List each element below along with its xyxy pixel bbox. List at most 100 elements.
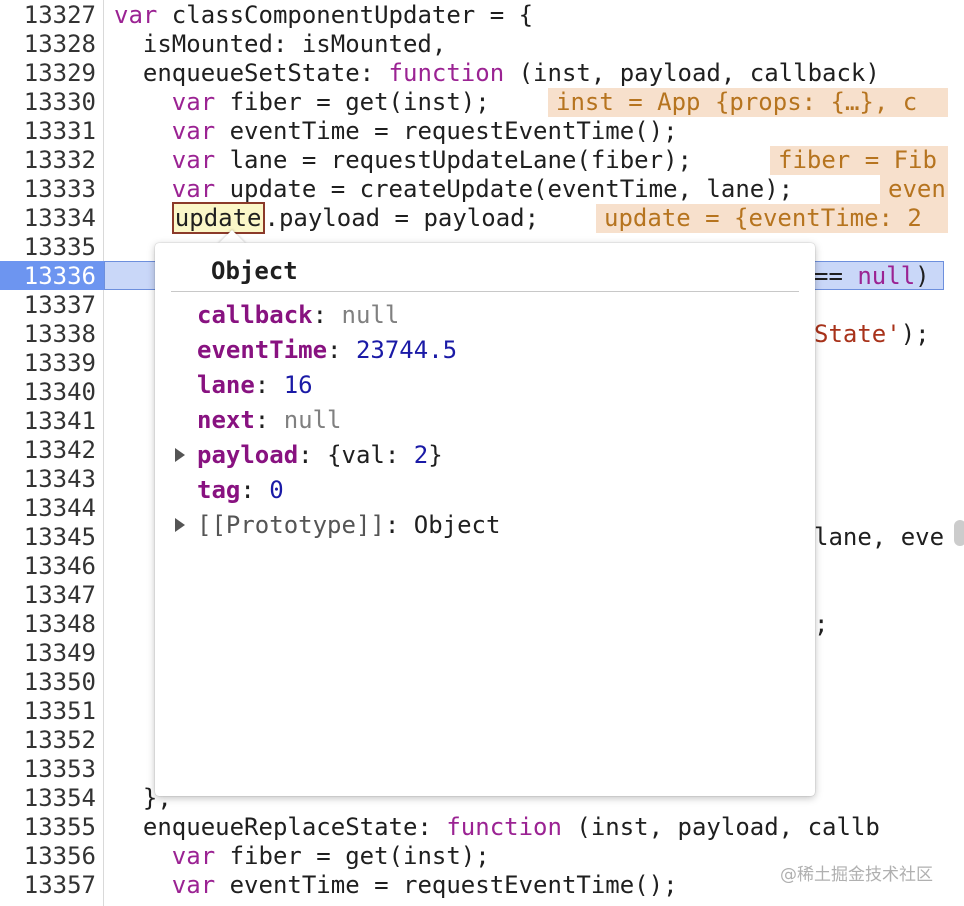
line-number[interactable]: 13350	[0, 668, 96, 697]
popover-pointer	[218, 230, 246, 244]
string-literal: State'	[814, 320, 901, 348]
line-number[interactable]: 13344	[0, 494, 96, 523]
line-number[interactable]: 13327	[0, 1, 96, 30]
line-number[interactable]: 13342	[0, 436, 96, 465]
object-preview-popover[interactable]: Object callback: null eventTime: 23744.5…	[155, 243, 815, 796]
property-value: 23744.5	[355, 336, 458, 364]
line-number[interactable]: 13331	[0, 117, 96, 146]
code-text: lane = requestUpdateLane(fiber);	[215, 146, 692, 174]
line-number[interactable]: 13345	[0, 523, 96, 552]
line-number[interactable]: 13335	[0, 233, 96, 262]
line-number[interactable]: 13343	[0, 465, 96, 494]
code-line[interactable]: enqueueReplaceState: function (inst, pay…	[114, 813, 880, 842]
property-row[interactable]: next: null	[197, 404, 342, 436]
keyword: var	[114, 1, 158, 29]
code-line-tail[interactable]: == null)	[814, 262, 930, 291]
line-number[interactable]: 13349	[0, 639, 96, 668]
property-row[interactable]: lane: 16	[197, 369, 313, 401]
property-row[interactable]: tag: 0	[197, 474, 284, 506]
code-line[interactable]: enqueueSetState: function (inst, payload…	[114, 59, 880, 88]
code-text: eventTime = requestEventTime();	[215, 871, 678, 899]
code-text: fiber = get(inst);	[215, 842, 490, 870]
line-number[interactable]: 13338	[0, 320, 96, 349]
code-text: classComponentUpdater = {	[157, 1, 534, 29]
code-line[interactable]: var eventTime = requestEventTime();	[114, 117, 678, 146]
line-number[interactable]: 13347	[0, 581, 96, 610]
line-number[interactable]: 13355	[0, 813, 96, 842]
popover-title: Object	[211, 257, 298, 285]
code-line[interactable]: isMounted: isMounted,	[114, 30, 446, 59]
code-text: );	[900, 320, 930, 348]
code-text: ==	[814, 262, 858, 290]
expand-triangle-icon[interactable]	[175, 448, 185, 462]
inline-value: even	[880, 175, 948, 204]
property-value: null	[341, 301, 400, 329]
code-line-tail[interactable]: lane, eve	[814, 523, 944, 552]
keyword: var	[171, 175, 216, 203]
code-text: .payload = payload;	[264, 204, 540, 232]
code-text: (inst, payload, callback)	[504, 59, 880, 87]
code-text: fiber = get(inst);	[215, 88, 490, 116]
code-line[interactable]: var update = createUpdate(eventTime, lan…	[114, 175, 793, 204]
line-number[interactable]: 13348	[0, 610, 96, 639]
line-number[interactable]: 13341	[0, 407, 96, 436]
line-number-active[interactable]: 13336	[0, 262, 96, 291]
line-number[interactable]: 13329	[0, 59, 96, 88]
property-value: null	[283, 406, 342, 434]
property-row[interactable]: callback: null	[197, 299, 399, 331]
line-number[interactable]: 13332	[0, 146, 96, 175]
line-number[interactable]: 13357	[0, 871, 96, 900]
line-number[interactable]: 13330	[0, 88, 96, 117]
code-text: ;	[814, 610, 829, 638]
keyword: var	[171, 842, 216, 870]
popover-divider	[171, 291, 799, 292]
prototype-value: Object	[413, 511, 501, 539]
line-number[interactable]: 13354	[0, 784, 96, 813]
code-text: )	[915, 262, 930, 290]
property-row[interactable]: eventTime: 23744.5	[197, 334, 457, 366]
code-line[interactable]: var fiber = get(inst);	[114, 842, 490, 871]
code-line[interactable]: var classComponentUpdater = {	[114, 1, 533, 30]
keyword: var	[171, 146, 216, 174]
code-line-tail[interactable]: State');	[814, 320, 930, 349]
property-key: payload	[197, 441, 299, 469]
line-number[interactable]: 13346	[0, 552, 96, 581]
line-number[interactable]: 13351	[0, 697, 96, 726]
line-number[interactable]: 13352	[0, 726, 96, 755]
keyword: function	[388, 59, 505, 87]
code-line[interactable]: var lane = requestUpdateLane(fiber);	[114, 146, 692, 175]
property-value: 16	[283, 371, 313, 399]
code-line[interactable]: var eventTime = requestEventTime();	[114, 871, 678, 900]
line-number[interactable]: 13333	[0, 175, 96, 204]
line-number[interactable]: 13356	[0, 842, 96, 871]
keyword: var	[171, 871, 216, 899]
scrollbar-thumb[interactable]	[954, 520, 964, 546]
property-key: next	[197, 406, 255, 434]
property-value-number: 2	[413, 441, 429, 469]
line-number[interactable]: 13339	[0, 349, 96, 378]
keyword: var	[171, 117, 216, 145]
property-key: lane	[197, 371, 255, 399]
line-number[interactable]: 13337	[0, 291, 96, 320]
code-text: enqueueSetState:	[114, 59, 389, 87]
line-number[interactable]: 13328	[0, 30, 96, 59]
prototype-row[interactable]: [[Prototype]]: Object	[197, 509, 500, 541]
prototype-label: [[Prototype]]	[197, 511, 385, 539]
expand-triangle-icon[interactable]	[175, 518, 185, 532]
line-number[interactable]: 13340	[0, 378, 96, 407]
code-text: enqueueReplaceState:	[114, 813, 447, 841]
code-line[interactable]: var fiber = get(inst);	[114, 88, 490, 117]
line-number[interactable]: 13353	[0, 755, 96, 784]
line-number[interactable]: 13334	[0, 204, 96, 233]
property-row-expandable[interactable]: payload: {val: 2}	[197, 439, 443, 471]
code-text: lane, eve	[814, 523, 945, 551]
property-value: }	[428, 441, 443, 469]
inline-value: inst = App {props: {…}, c	[548, 88, 948, 117]
inline-value: update = {eventTime: 2	[596, 204, 948, 233]
code-line[interactable]: update .payload = payload;	[114, 202, 540, 234]
code-line-tail[interactable]: ;	[814, 610, 828, 639]
code-text: eventTime = requestEventTime();	[215, 117, 678, 145]
code-text: (inst, payload, callb	[561, 813, 880, 841]
inline-value: fiber = Fib	[770, 146, 948, 175]
keyword: null	[857, 262, 916, 290]
